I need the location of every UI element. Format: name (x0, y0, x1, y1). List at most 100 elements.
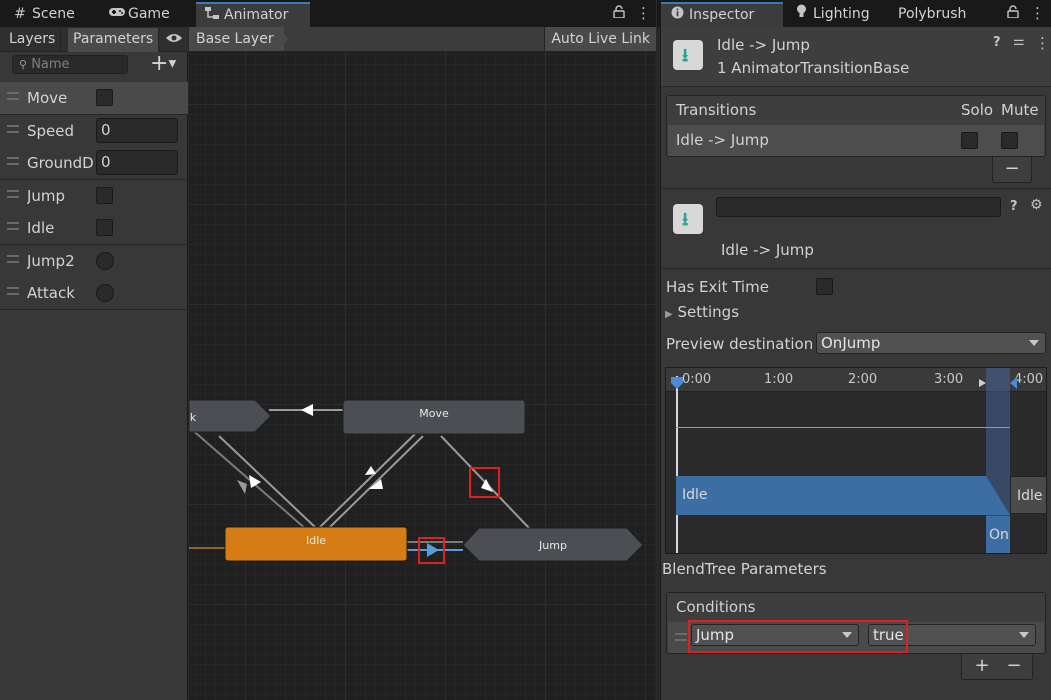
tab-inspector[interactable]: Inspector (661, 2, 783, 28)
add-condition-button[interactable]: + (970, 654, 994, 678)
preview-destination-dropdown[interactable]: OnJump (816, 332, 1046, 354)
help-icon[interactable]: ? (1010, 199, 1018, 214)
divider (661, 268, 1051, 269)
tab-animator-label: Animator (224, 7, 289, 23)
parameters-toolbar: Layers Parameters (0, 27, 188, 52)
tab-scene[interactable]: # Scene (4, 2, 83, 27)
state-label-move: Move (419, 407, 449, 420)
transition-end-marker-icon[interactable] (1010, 377, 1017, 389)
timeline-source-bar-tail: Idle (1010, 476, 1046, 514)
breadcrumb-arrow (278, 27, 288, 51)
tab-lighting[interactable]: Lighting (785, 2, 878, 27)
animator-graph-canvas[interactable]: k Move Idle Jump (189, 52, 656, 700)
trigger-radio[interactable] (96, 252, 114, 270)
add-parameter-button[interactable]: +▼ (150, 51, 176, 76)
help-icon[interactable]: ? (993, 35, 1001, 50)
parameter-row[interactable]: Jump2 (0, 245, 188, 277)
arrow-head (369, 479, 383, 489)
tab-game-label: Game (128, 6, 170, 22)
has-exit-time-label: Has Exit Time (666, 278, 769, 296)
parameter-row[interactable]: Idle (0, 212, 188, 244)
triangle-right-icon: ▶ (665, 309, 673, 320)
lock-icon[interactable] (613, 5, 625, 22)
preview-destination-label: Preview destination : (666, 335, 816, 353)
conditions-header: Conditions (667, 593, 1045, 621)
hash-icon: # (14, 6, 26, 22)
state-label-idle: Idle (305, 534, 327, 547)
tab-polybrush-label: Polybrush (898, 6, 967, 22)
highlight-box (469, 467, 500, 498)
has-exit-time-checkbox[interactable] (816, 278, 833, 295)
transition-left-to-idle[interactable] (189, 426, 308, 531)
solo-checkbox[interactable] (961, 132, 978, 149)
trigger-radio[interactable] (96, 284, 114, 302)
remove-condition-button[interactable]: − (1002, 654, 1026, 678)
tab-lighting-label: Lighting (813, 6, 870, 22)
download-arrow-icon: ⭳ (682, 45, 689, 66)
drag-handle-icon[interactable] (7, 157, 19, 165)
parameter-name: Idle (27, 219, 55, 237)
transition-row[interactable]: Idle -> Jump (668, 125, 1044, 156)
drag-handle-icon[interactable] (7, 92, 19, 100)
kebab-menu-icon[interactable]: ⋮ (636, 4, 651, 22)
timeline-destination-bar: On. (986, 516, 1010, 553)
drag-handle-icon[interactable] (7, 190, 19, 198)
transition-idle-to-move[interactable] (318, 433, 416, 529)
transition-start-marker-icon[interactable] (979, 379, 986, 387)
transition-detail-label: Idle -> Jump (721, 241, 814, 259)
drag-handle-icon[interactable] (7, 255, 19, 263)
preview-destination-value: OnJump (821, 334, 881, 352)
bool-checkbox[interactable] (96, 89, 113, 106)
eye-icon[interactable] (165, 32, 183, 48)
solo-header: Solo (961, 101, 994, 119)
state-label-left: k (189, 411, 197, 424)
transition-move-to-idle[interactable] (328, 435, 424, 529)
drag-handle-icon[interactable] (675, 633, 687, 641)
tab-game[interactable]: Game (100, 2, 178, 27)
parameters-tab-button[interactable]: Parameters (68, 28, 160, 52)
transition-name-field[interactable] (716, 197, 1001, 217)
transition-timeline[interactable]: 0:00 1:00 2:00 3:00 4:00 Idle Idle On. (665, 367, 1047, 554)
kebab-menu-icon[interactable]: ⋮ (1035, 34, 1050, 52)
playhead-marker-icon[interactable] (671, 377, 683, 389)
parameter-row[interactable]: Move (0, 82, 188, 114)
info-icon (669, 4, 685, 26)
sliders-icon[interactable]: ⚌ (1013, 34, 1025, 49)
kebab-menu-icon[interactable]: ⋮ (1030, 4, 1045, 22)
arrow-head (301, 404, 313, 416)
transition-idle-to-left[interactable] (218, 435, 317, 529)
drag-handle-icon[interactable] (7, 125, 19, 133)
graph-svg (189, 399, 644, 562)
left-tab-strip: # Scene Game Animator ⋮ (0, 0, 656, 28)
parameter-name: Jump2 (27, 252, 75, 270)
auto-live-link-button[interactable]: Auto Live Link (544, 27, 656, 51)
tab-animator[interactable]: Animator (196, 2, 310, 28)
parameter-name: Jump (27, 187, 66, 205)
settings-foldout[interactable]: ▶ Settings (665, 303, 739, 321)
parameter-row[interactable]: Attack (0, 277, 188, 309)
mute-checkbox[interactable] (1001, 132, 1018, 149)
highlight-box (418, 537, 445, 564)
lock-icon[interactable] (1007, 5, 1019, 22)
divider (661, 188, 1051, 189)
remove-transition-button[interactable]: − (992, 157, 1032, 183)
parameter-search-input[interactable]: ⚲ Name (12, 55, 128, 74)
chevron-down-icon (1019, 632, 1029, 638)
layers-tab-button[interactable]: Layers (4, 28, 62, 52)
float-field[interactable]: 0 (96, 150, 178, 175)
condition-add-remove-buttons: + − (961, 654, 1033, 680)
bool-checkbox[interactable] (96, 187, 113, 204)
float-field[interactable]: 0 (96, 118, 178, 143)
divider (0, 309, 188, 310)
state-node-left[interactable] (189, 399, 272, 433)
drag-handle-icon[interactable] (7, 222, 19, 230)
breadcrumb[interactable]: Base Layer (189, 27, 284, 51)
bool-checkbox[interactable] (96, 219, 113, 236)
tab-polybrush[interactable]: Polybrush (890, 2, 974, 27)
gear-icon[interactable]: ⚙ (1030, 197, 1043, 213)
parameter-row[interactable]: Speed 0 (0, 115, 188, 147)
bulb-icon (793, 2, 809, 26)
parameter-row[interactable]: GroundDi 0 (0, 147, 188, 179)
drag-handle-icon[interactable] (7, 287, 19, 295)
parameter-row[interactable]: Jump (0, 180, 188, 212)
